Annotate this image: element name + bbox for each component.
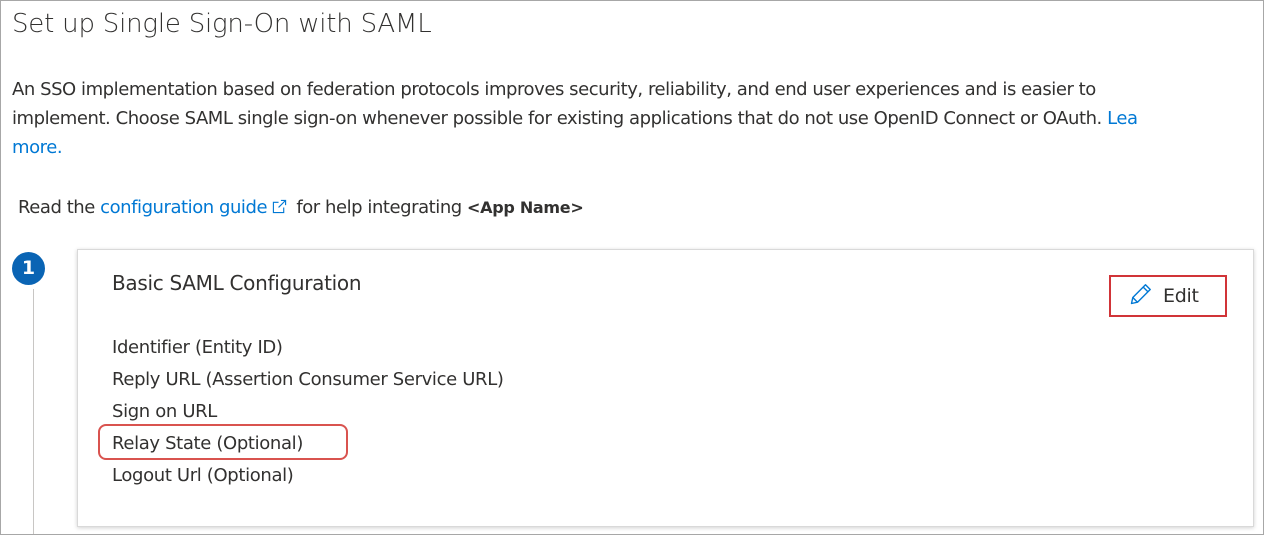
- intro-line-2: implement. Choose SAML single sign-on wh…: [12, 104, 1263, 133]
- page-title: Set up Single Sign-On with SAML: [12, 9, 432, 39]
- configuration-guide-link[interactable]: configuration guide: [100, 197, 267, 218]
- step-number-badge: 1: [12, 252, 45, 285]
- external-link-icon[interactable]: [272, 198, 287, 219]
- saml-field-list: Identifier (Entity ID) Reply URL (Assert…: [112, 332, 504, 492]
- card-title: Basic SAML Configuration: [112, 271, 362, 295]
- intro-line-2-text: implement. Choose SAML single sign-on wh…: [12, 108, 1102, 129]
- pencil-icon: [1129, 282, 1153, 310]
- learn-more-link-continued[interactable]: more.: [12, 137, 63, 158]
- guide-middle: for help integrating: [296, 197, 462, 218]
- field-reply-url: Reply URL (Assertion Consumer Service UR…: [112, 369, 504, 390]
- intro-line-1: An SSO implementation based on federatio…: [12, 79, 1096, 100]
- learn-more-link[interactable]: Lea: [1107, 108, 1138, 129]
- intro-line-3: more.: [12, 133, 1263, 162]
- configuration-guide-line: Read the configuration guide for help in…: [18, 197, 584, 219]
- field-logout-url: Logout Url (Optional): [112, 465, 294, 486]
- step-connector-line: [33, 289, 34, 534]
- field-identifier: Identifier (Entity ID): [112, 337, 283, 358]
- saml-setup-panel: Set up Single Sign-On with SAML An SSO i…: [0, 0, 1264, 535]
- app-name: <App Name>: [467, 198, 584, 217]
- relay-state-highlight: [98, 424, 348, 460]
- basic-saml-configuration-card: Basic SAML Configuration Edit Identifier…: [77, 249, 1254, 527]
- guide-prefix: Read the: [18, 197, 95, 218]
- edit-button-label: Edit: [1163, 285, 1199, 307]
- intro-paragraph: An SSO implementation based on federatio…: [12, 75, 1263, 162]
- edit-button[interactable]: Edit: [1109, 275, 1227, 317]
